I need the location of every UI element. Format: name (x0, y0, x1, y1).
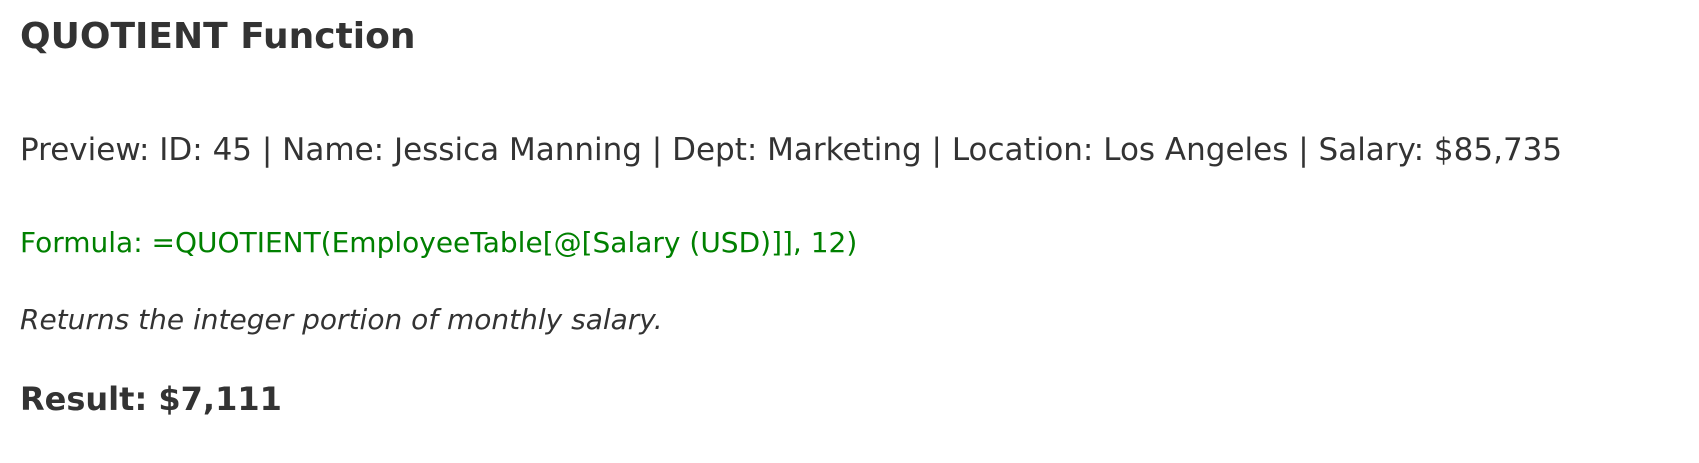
result-value: Result: $7,111 (20, 380, 282, 418)
formula-text: Formula: =QUOTIENT(EmployeeTable[@[Salar… (20, 226, 858, 259)
function-doc-page: QUOTIENT Function Preview: ID: 45 | Name… (0, 0, 1699, 463)
page-title: QUOTIENT Function (20, 16, 416, 57)
formula-description: Returns the integer portion of monthly s… (20, 303, 663, 336)
record-preview: Preview: ID: 45 | Name: Jessica Manning … (20, 132, 1563, 168)
